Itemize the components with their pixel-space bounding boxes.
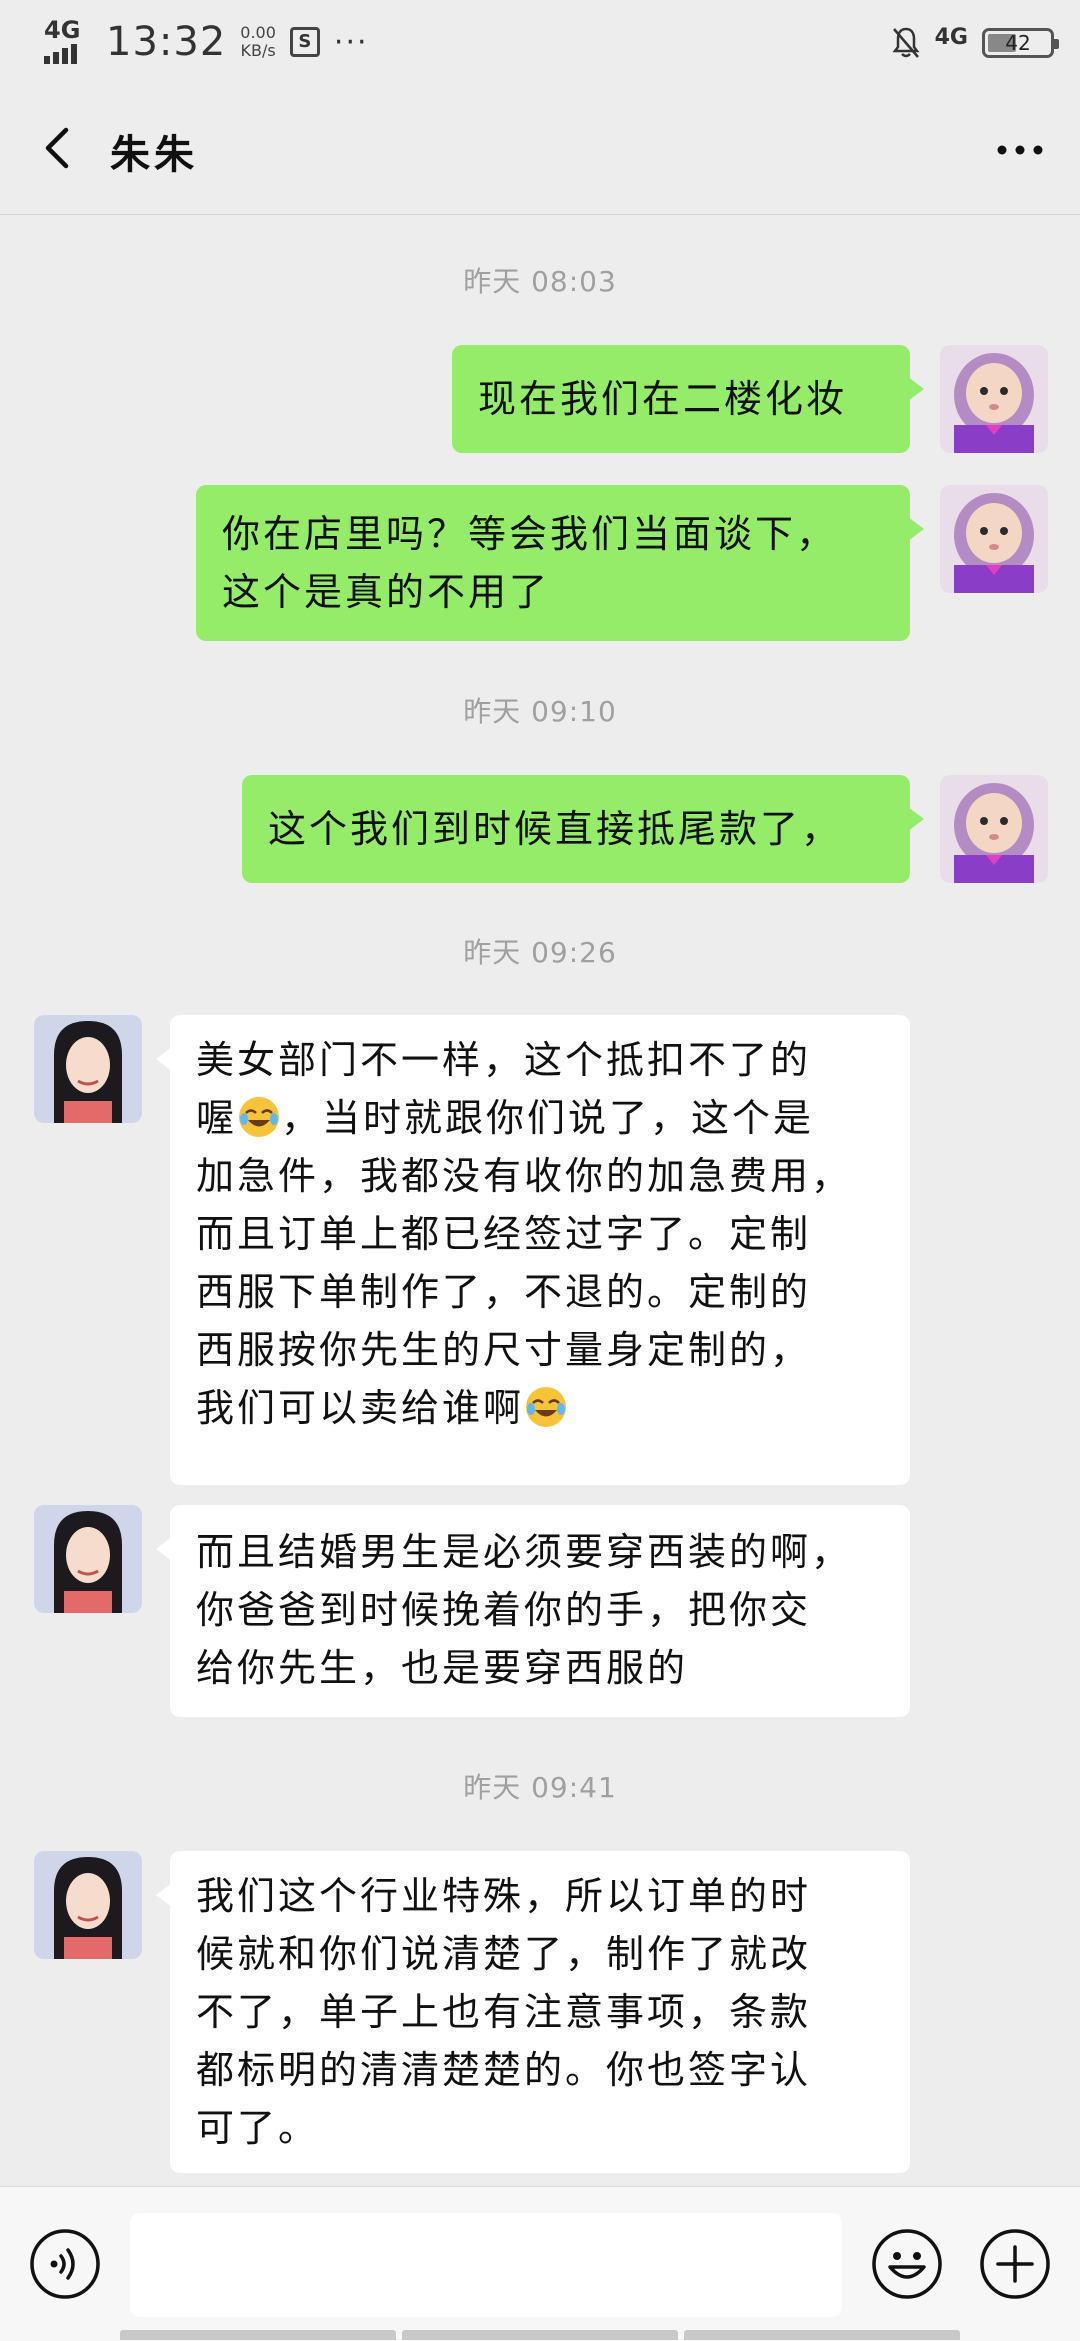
contact-avatar[interactable] bbox=[34, 1851, 142, 1959]
sent-message-bubble[interactable]: 你在店里吗？等会我们当面谈下， 这个是真的不用了 bbox=[196, 485, 924, 641]
contact-avatar[interactable] bbox=[34, 1505, 142, 1613]
timestamp: 昨天 08:03 bbox=[463, 265, 617, 298]
received-message-bubble[interactable]: 我们这个行业特殊，所以订单的时 候就和你们说清楚了，制作了就改 不了，单子上也有… bbox=[156, 1851, 910, 2173]
message-text: 给你先生，也是要穿西服的 bbox=[196, 1646, 689, 1690]
message-text: 而且结婚男生是必须要穿西装的啊， bbox=[196, 1530, 853, 1574]
battery-level: 42 bbox=[1005, 31, 1031, 55]
message-text: 不了，单子上也有注意事项，条款 bbox=[196, 1990, 812, 2034]
message-text: 候就和你们说清楚了，制作了就改 bbox=[196, 1932, 812, 1976]
message-text: 都标明的清清楚楚的。你也签字认 bbox=[196, 2048, 812, 2092]
message-text: 加急件，我都没有收你的加急费用， bbox=[196, 1154, 853, 1198]
message-text: 现在我们在二楼化妆 bbox=[478, 377, 848, 421]
my-avatar[interactable] bbox=[940, 345, 1048, 453]
message-text: 喔 bbox=[196, 1096, 238, 1140]
message-text: 西服下单制作了，不退的。定制的 bbox=[196, 1270, 812, 1314]
sent-message-bubble[interactable]: 现在我们在二楼化妆 bbox=[452, 345, 924, 453]
message-text: 我们可以卖给谁啊 bbox=[196, 1386, 525, 1430]
message-text: ，当时就跟你们说了，这个是 bbox=[281, 1096, 815, 1140]
more-options-icon[interactable] bbox=[990, 120, 1050, 180]
timestamp: 昨天 09:41 bbox=[463, 1771, 617, 1804]
message-text: 你在店里吗？等会我们当面谈下， bbox=[222, 512, 838, 556]
status-right: 4G 42 bbox=[891, 18, 1059, 68]
contact-avatar[interactable] bbox=[34, 1015, 142, 1123]
message-list[interactable]: 昨天 08:03 现在我们在二楼化妆 你在店里吗？等会我们当面谈下， 这个是真的… bbox=[0, 215, 1080, 2185]
message-text: 我们这个行业特殊，所以订单的时 bbox=[196, 1874, 812, 1918]
my-avatar[interactable] bbox=[940, 775, 1048, 883]
received-message-bubble[interactable]: 美女部门不一样，这个抵扣不了的 喔 ，当时就跟你们说了，这个是 加急件，我都没有… bbox=[156, 1015, 910, 1485]
message-text: 这个我们到时候直接抵尾款了， bbox=[268, 807, 843, 851]
message-text: 西服按你先生的尺寸量身定制的， bbox=[196, 1328, 812, 1372]
voice-input-icon[interactable] bbox=[28, 2227, 102, 2301]
add-attachment-icon[interactable] bbox=[978, 2227, 1052, 2301]
speed-value: 0.00 bbox=[240, 23, 276, 42]
chat-header: 朱朱 bbox=[0, 84, 1080, 215]
timestamp: 昨天 09:10 bbox=[463, 695, 617, 728]
crying-laughing-emoji-icon bbox=[526, 1387, 567, 1427]
notification-app-icon: S bbox=[289, 27, 320, 57]
emoji-picker-icon[interactable] bbox=[870, 2227, 944, 2301]
message-text: 而且订单上都已经签过字了。定制 bbox=[196, 1212, 812, 1256]
message-text-line: 喔 ，当时就跟你们说了，这个是 bbox=[196, 1089, 884, 1147]
keyboard-strip bbox=[0, 2330, 1080, 2340]
message-text: 可了。 bbox=[196, 2106, 320, 2150]
more-notifications-icon: ··· bbox=[333, 24, 369, 60]
timestamp: 昨天 09:26 bbox=[463, 936, 617, 969]
network-type-label: 4G bbox=[44, 16, 81, 44]
contact-name: 朱朱 bbox=[110, 132, 198, 178]
muted-bell-icon bbox=[892, 27, 920, 58]
my-avatar[interactable] bbox=[940, 485, 1048, 593]
message-text-line: 我们可以卖给谁啊 bbox=[196, 1379, 884, 1437]
crying-laughing-emoji-icon bbox=[239, 1097, 280, 1137]
message-text: 你爸爸到时候挽着你的手，把你交 bbox=[196, 1588, 812, 1632]
back-icon[interactable] bbox=[30, 118, 90, 178]
input-bar bbox=[0, 2186, 1080, 2341]
message-input[interactable] bbox=[130, 2213, 842, 2317]
signal-icon: 4G bbox=[44, 16, 92, 68]
network-4g-label: 4G bbox=[934, 24, 968, 50]
battery-icon: 42 bbox=[982, 28, 1059, 58]
clock: 13:32 bbox=[106, 19, 227, 65]
received-message-bubble[interactable]: 而且结婚男生是必须要穿西装的啊， 你爸爸到时候挽着你的手，把你交 给你先生，也是… bbox=[156, 1505, 910, 1717]
message-text: 美女部门不一样，这个抵扣不了的 bbox=[196, 1038, 812, 1082]
status-left: 4G 13:32 0.00 KB/s S ··· bbox=[44, 14, 369, 70]
sent-message-bubble[interactable]: 这个我们到时候直接抵尾款了， bbox=[242, 775, 924, 883]
speed-unit: KB/s bbox=[240, 41, 276, 60]
network-speed: 0.00 KB/s bbox=[240, 24, 276, 60]
message-text: 这个是真的不用了 bbox=[222, 570, 551, 614]
status-bar: 4G 13:32 0.00 KB/s S ··· 4G 42 bbox=[0, 0, 1080, 84]
